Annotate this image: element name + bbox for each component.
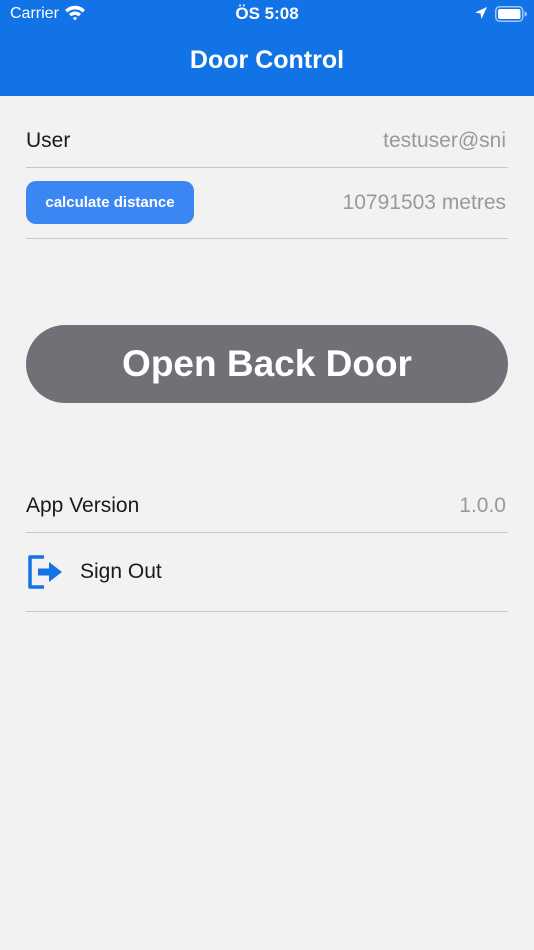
sign-out-label: Sign Out [80,560,162,583]
location-arrow-icon [475,7,487,19]
app-version-value: 1.0.0 [459,494,506,517]
status-bar: Carrier ÖS 5:08 [0,0,534,28]
page-title: Door Control [189,46,345,74]
app-version-row: App Version 1.0.0 [26,478,508,533]
sign-out-row[interactable]: Sign Out [26,533,508,612]
distance-value: 10791503 metres [342,191,506,214]
calculate-distance-button[interactable]: calculate distance [26,181,194,224]
app-header: Carrier ÖS 5:08 Door Control [0,0,534,96]
status-time: ÖS 5:08 [235,4,299,23]
distance-row: calculate distance 10791503 metres [26,168,508,239]
open-back-door-button[interactable]: Open Back Door [26,325,508,403]
user-row: User testuser@sni [26,112,508,168]
user-label: User [26,129,71,152]
user-value: testuser@sni [383,129,506,152]
app-version-label: App Version [26,494,140,517]
battery-icon [495,6,527,22]
sign-out-icon [28,555,62,589]
